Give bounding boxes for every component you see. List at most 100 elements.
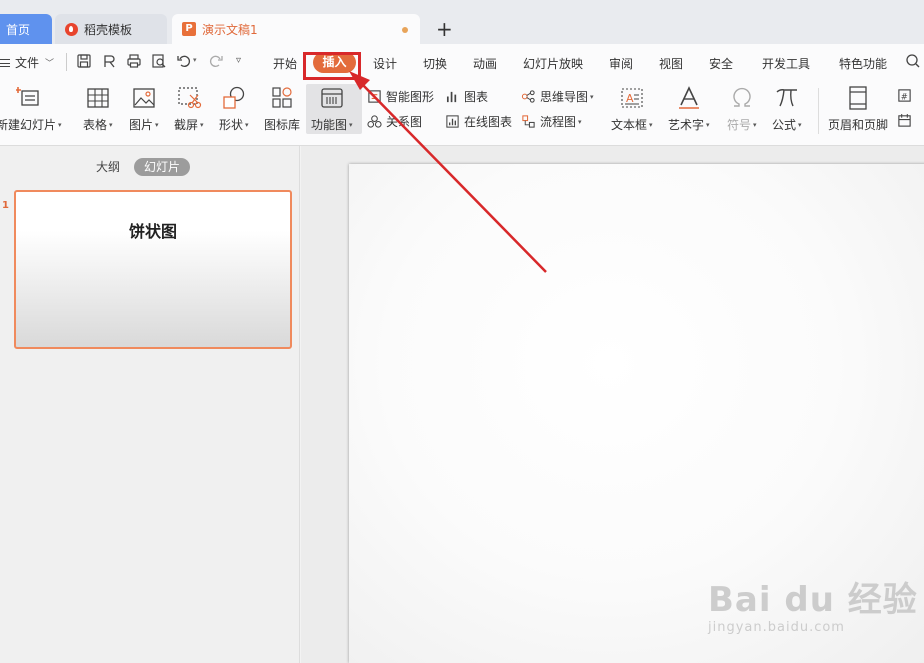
table-label: 表格	[83, 118, 108, 132]
function-chart-button[interactable]: 功能图 ▾	[311, 85, 353, 133]
icon-library-icon	[269, 85, 295, 111]
formula-label: 公式	[772, 118, 797, 132]
insert-tab-highlight	[303, 52, 361, 80]
unsaved-dot-icon	[402, 27, 408, 33]
tab-template-label: 稻壳模板	[84, 22, 133, 37]
picture-label: 图片	[129, 118, 154, 132]
ribbon-divider	[818, 88, 819, 134]
online-chart-button[interactable]: 在线图表	[445, 113, 512, 130]
screenshot-icon	[176, 85, 202, 111]
smart-shape-label: 智能图形	[386, 90, 435, 104]
menu-design[interactable]: 设计	[373, 55, 397, 72]
watermark-url: jingyan.baidu.com	[708, 620, 845, 635]
new-slide-icon	[15, 85, 42, 111]
print-icon[interactable]	[126, 53, 142, 69]
table-button[interactable]: 表格 ▾	[83, 85, 113, 133]
menu-view[interactable]: 视图	[659, 55, 683, 72]
menu-transition[interactable]: 切换	[423, 55, 447, 72]
print-preview-icon[interactable]	[151, 53, 167, 69]
formula-button[interactable]: 公式 ▾	[772, 85, 802, 133]
customize-toolbar-icon[interactable]: ▿	[236, 55, 252, 71]
menu-animation[interactable]: 动画	[473, 55, 497, 72]
watermark-logo: Bai du 经验	[708, 580, 918, 620]
tab-template[interactable]: 稻壳模板	[55, 14, 167, 44]
symbol-label: 符号	[727, 118, 752, 132]
svg-text:A: A	[626, 92, 634, 105]
function-chart-icon	[319, 85, 345, 111]
screenshot-button[interactable]: 截屏 ▾	[174, 85, 204, 133]
presentation-file-icon: P	[182, 22, 196, 36]
wordart-button[interactable]: 艺术字 ▾	[668, 85, 710, 133]
baidu-watermark: Bai du 经验 jingyan.baidu.com	[708, 572, 918, 635]
more-insert-button-1[interactable]: #	[897, 88, 916, 103]
menu-security[interactable]: 安全	[709, 55, 733, 72]
undo-icon[interactable]	[176, 53, 192, 69]
menu-special[interactable]: 特色功能	[839, 55, 887, 72]
header-footer-icon	[845, 85, 871, 111]
smart-shape-icon	[368, 90, 381, 103]
search-icon[interactable]	[905, 53, 921, 69]
date-icon	[898, 113, 911, 127]
add-tab-button[interactable]: +	[436, 14, 453, 44]
smart-shape-button[interactable]: 智能图形	[367, 88, 434, 105]
bar-chart-icon	[446, 91, 457, 103]
header-footer-label: 页眉和页脚	[828, 118, 889, 132]
slide-number: 1	[2, 200, 9, 211]
chart-label: 图表	[464, 90, 489, 104]
textbox-icon: A	[619, 85, 645, 111]
mind-map-button[interactable]: 思维导图 ▾	[521, 88, 594, 105]
textbox-button[interactable]: A 文本框 ▾	[611, 85, 653, 133]
omega-icon	[729, 85, 755, 111]
shape-button[interactable]: 形状 ▾	[219, 85, 249, 133]
number-box-icon: #	[898, 89, 911, 102]
relation-chart-button[interactable]: 关系图	[367, 113, 422, 130]
menu-start[interactable]: 开始	[273, 55, 297, 72]
slide-panel: 大纲 幻灯片 1 饼状图	[0, 146, 300, 663]
wordart-label: 艺术字	[668, 118, 705, 132]
pi-icon	[774, 85, 800, 111]
mind-map-label: 思维导图	[540, 90, 589, 104]
relation-chart-icon	[367, 115, 382, 128]
slide-thumbnail[interactable]: 饼状图	[14, 190, 292, 349]
export-pdf-icon[interactable]	[101, 53, 117, 69]
picture-button[interactable]: 图片 ▾	[129, 85, 159, 133]
svg-text:#: #	[901, 91, 908, 101]
tab-home[interactable]: 首页	[0, 14, 52, 44]
docer-flame-icon	[65, 22, 78, 36]
divider	[66, 53, 67, 71]
symbol-button[interactable]: 符号 ▾	[727, 85, 757, 133]
more-insert-button-2[interactable]	[897, 113, 916, 128]
slides-tab[interactable]: 幻灯片	[134, 158, 190, 176]
menu-slideshow[interactable]: 幻灯片放映	[523, 55, 583, 72]
undo-dropdown-icon[interactable]: ▾	[193, 56, 201, 72]
textbox-label: 文本框	[611, 118, 648, 132]
menu-developer[interactable]: 开发工具	[762, 55, 810, 72]
redo-icon[interactable]	[208, 53, 224, 69]
tab-document[interactable]: P 演示文稿1	[172, 14, 420, 44]
save-icon[interactable]	[76, 53, 92, 69]
file-menu-label: 文件	[15, 56, 40, 70]
new-slide-button[interactable]: 新建幻灯片 ▾	[0, 85, 62, 133]
flowchart-button[interactable]: 流程图 ▾	[521, 113, 582, 130]
menu-review[interactable]: 审阅	[609, 55, 633, 72]
online-chart-label: 在线图表	[464, 115, 513, 129]
icon-library-button[interactable]: 图标库	[264, 85, 300, 133]
table-icon	[85, 85, 111, 111]
file-menu-button[interactable]: 文件 ﹀	[0, 54, 54, 71]
header-footer-button[interactable]: 页眉和页脚	[828, 85, 888, 133]
flowchart-label: 流程图	[540, 115, 577, 129]
tab-bar: 首页 稻壳模板 P 演示文稿1 +	[0, 0, 924, 44]
outline-tab[interactable]: 大纲	[96, 158, 120, 175]
relation-chart-label: 关系图	[386, 115, 423, 129]
function-chart-label: 功能图	[311, 118, 348, 132]
new-slide-label: 新建幻灯片	[0, 118, 57, 132]
chart-button[interactable]: 图表	[445, 88, 488, 105]
picture-icon	[131, 85, 157, 111]
flowchart-icon	[522, 115, 535, 128]
mind-map-icon	[521, 90, 535, 103]
icon-library-label: 图标库	[264, 118, 301, 132]
wordart-icon	[676, 85, 702, 111]
slide-thumbnail-title: 饼状图	[128, 222, 177, 241]
chevron-down-icon: ﹀	[45, 59, 55, 69]
tab-document-label: 演示文稿1	[202, 22, 258, 37]
